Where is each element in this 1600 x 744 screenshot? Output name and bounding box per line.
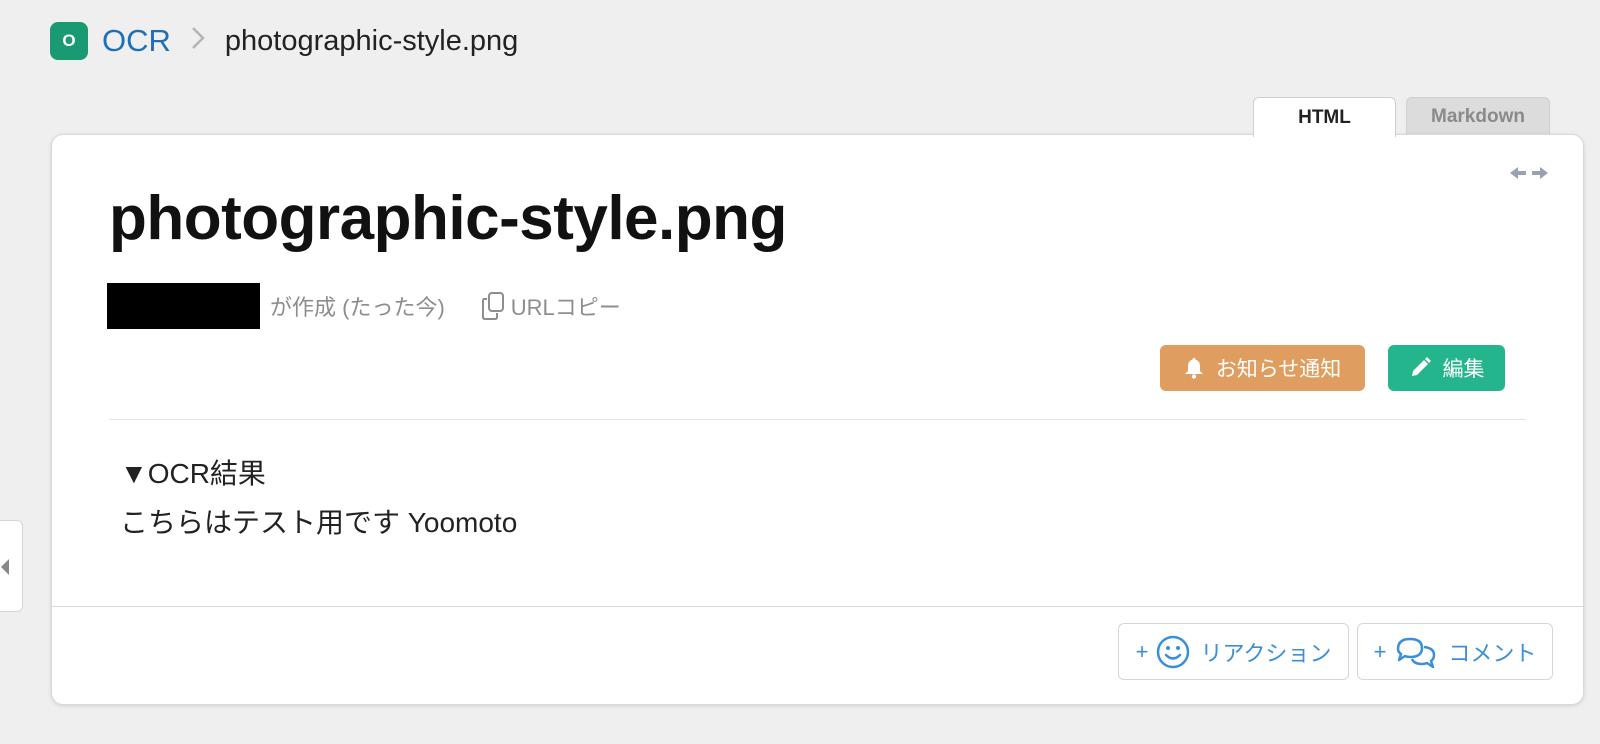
- breadcrumb-parent-link[interactable]: OCR: [102, 23, 171, 59]
- edit-label: 編集: [1442, 358, 1485, 381]
- divider: [109, 419, 1526, 420]
- post-meta: が作成 (たった今) URLコピー: [107, 283, 621, 329]
- breadcrumb-current: photographic-style.png: [224, 24, 519, 57]
- divider: [52, 606, 1583, 607]
- post-body: ▼OCR結果 こちらはテスト用です Yoomoto: [120, 449, 517, 547]
- comment-label: コメント: [1448, 640, 1537, 666]
- tab-markdown[interactable]: Markdown: [1406, 97, 1550, 135]
- comment-icon: [1397, 637, 1436, 668]
- bell-icon: [1184, 358, 1203, 379]
- page-title: photographic-style.png: [109, 184, 787, 253]
- author-name-redacted: [107, 283, 260, 329]
- edit-button[interactable]: 編集: [1388, 345, 1505, 391]
- plus-label: +: [1135, 638, 1149, 664]
- smile-icon: [1157, 635, 1190, 668]
- breadcrumb: O OCR photographic-style.png: [50, 22, 518, 60]
- chevron-right-icon: [191, 25, 205, 57]
- sidebar-toggle[interactable]: [0, 520, 23, 612]
- url-copy-label: URLコピー: [510, 295, 621, 320]
- content-line: こちらはテスト用です Yoomoto: [120, 507, 518, 538]
- caret-left-icon: [1, 559, 9, 575]
- add-reaction-button[interactable]: + リアクション: [1118, 623, 1349, 680]
- notify-label: お知らせ通知: [1215, 358, 1342, 381]
- plus-label: +: [1373, 638, 1387, 664]
- app-badge-icon[interactable]: O: [50, 22, 88, 60]
- url-copy-button[interactable]: URLコピー: [481, 290, 621, 322]
- add-comment-button[interactable]: + コメント: [1357, 623, 1553, 680]
- reaction-label: リアクション: [1200, 640, 1332, 666]
- content-line: ▼OCR結果: [120, 458, 266, 489]
- post-card: photographic-style.png が作成 (たった今) URLコピー…: [51, 134, 1584, 705]
- created-by-text: が作成 (たった今): [270, 295, 445, 320]
- notify-button[interactable]: お知らせ通知: [1160, 345, 1365, 391]
- pencil-icon: [1411, 357, 1431, 376]
- copy-icon: [481, 292, 504, 320]
- tab-html[interactable]: HTML: [1253, 97, 1396, 137]
- arrows-horizontal-icon[interactable]: [1508, 163, 1550, 183]
